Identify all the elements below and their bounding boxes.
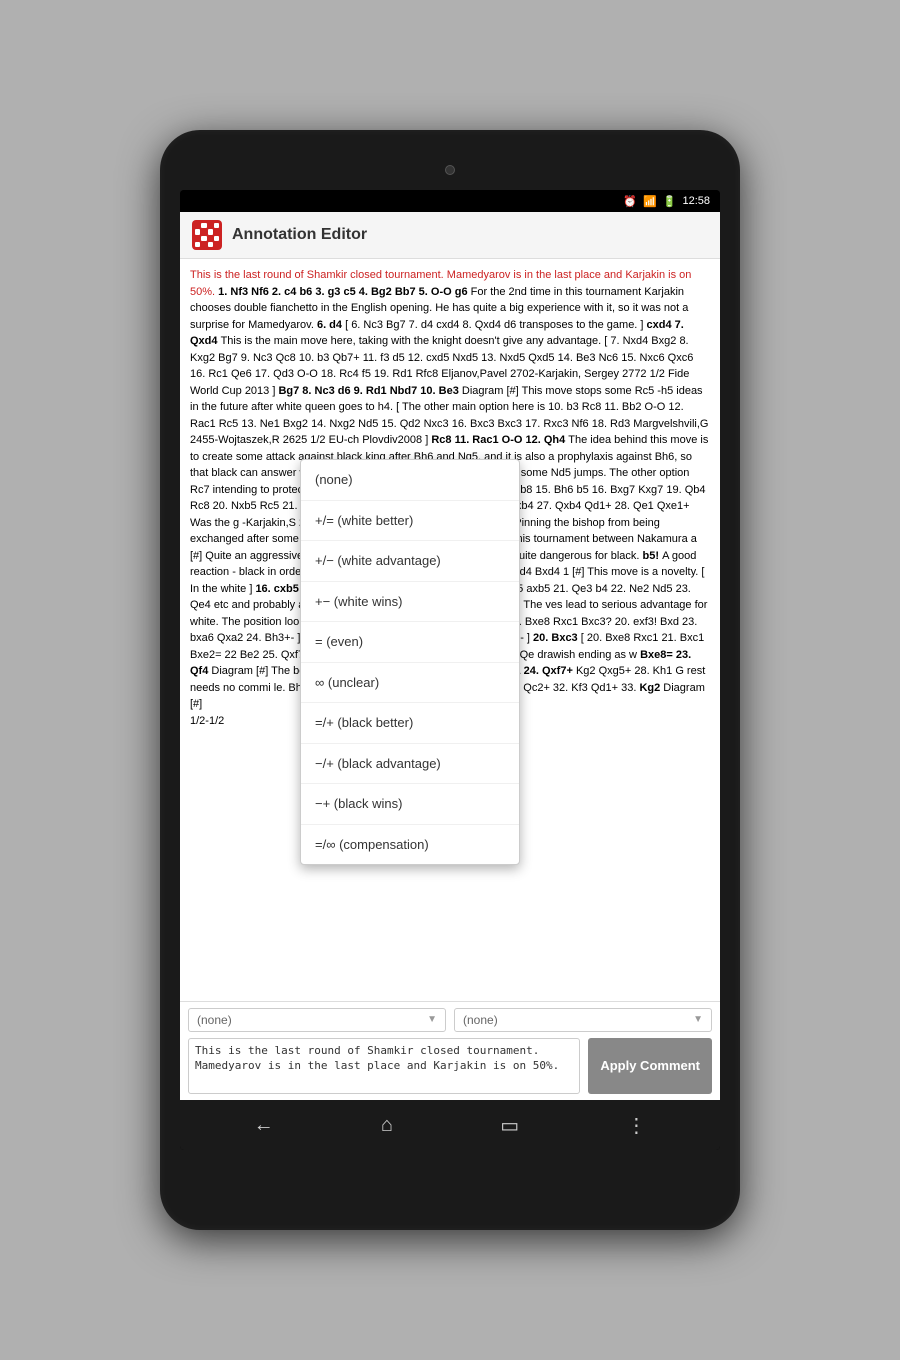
- bold-kg2: Kg2: [639, 682, 663, 694]
- app-header: Annotation Editor: [180, 212, 720, 259]
- bold-rc8: Rc8 11. Rac1 O-O 12. Qh4: [431, 434, 568, 446]
- diagram-1: Diagram [#]: [462, 385, 522, 397]
- app-icon: [192, 220, 222, 250]
- screen: ⏰ 📶 🔋 12:58: [180, 190, 720, 1150]
- bracket-6nc3: [ 6. Nc3 Bg7 7. d4 cxd4 8. Qxd4 d6 trans…: [345, 319, 646, 331]
- selectors-row: (none) ▼ (none) ▼: [188, 1008, 712, 1032]
- home-button[interactable]: ⌂: [381, 1114, 393, 1137]
- bottom-bar: (none) ▼ (none) ▼ This is the last round…: [180, 1001, 720, 1100]
- dropdown-item-even[interactable]: = (even): [301, 622, 519, 663]
- bold-bxe8: Bxe8=: [640, 649, 676, 661]
- bold-20bxc3: 20. Bxc3: [533, 632, 581, 644]
- dropdown-item-none[interactable]: (none): [301, 460, 519, 501]
- nav-bar: ← ⌂ ▭ ⋮: [180, 1100, 720, 1150]
- dropdown-item-black-better[interactable]: =/+ (black better): [301, 703, 519, 744]
- dropdown-menu[interactable]: (none) +/= (white better) +/− (white adv…: [300, 459, 520, 865]
- bold-b5: b5!: [643, 550, 663, 562]
- device-top: [175, 150, 725, 190]
- result: 1/2-1/2: [190, 715, 224, 727]
- left-selector-arrow: ▼: [427, 1014, 437, 1025]
- status-time: 12:58: [682, 195, 710, 207]
- app-title: Annotation Editor: [232, 226, 367, 244]
- main-content[interactable]: This is the last round of Shamkir closed…: [180, 259, 720, 1001]
- moves-bold: 1. Nf3 Nf6 2. c4 b6 3. g3 c5 4. Bg2 Bb7 …: [218, 286, 467, 298]
- right-selector-arrow: ▼: [693, 1014, 703, 1025]
- dropdown-item-white-wins[interactable]: +− (white wins): [301, 582, 519, 623]
- wifi-icon: 📶: [643, 195, 657, 208]
- right-selector-value: (none): [463, 1013, 498, 1027]
- comment-row: This is the last round of Shamkir closed…: [188, 1038, 712, 1094]
- device: ⏰ 📶 🔋 12:58: [160, 130, 740, 1230]
- alarm-icon: ⏰: [623, 195, 637, 208]
- move-6d4: 6. d4: [317, 319, 345, 331]
- dropdown-item-black-advantage[interactable]: −/+ (black advantage): [301, 744, 519, 785]
- battery-icon: 🔋: [663, 195, 677, 208]
- dropdown-item-compensation[interactable]: =/∞ (compensation): [301, 825, 519, 865]
- dropdown-item-white-better[interactable]: +/= (white better): [301, 501, 519, 542]
- recent-button[interactable]: ▭: [500, 1113, 519, 1138]
- left-selector[interactable]: (none) ▼: [188, 1008, 446, 1032]
- app-screen: Annotation Editor This is the last round…: [180, 212, 720, 1100]
- comment-textarea[interactable]: This is the last round of Shamkir closed…: [188, 1038, 580, 1094]
- camera: [445, 165, 455, 175]
- dropdown-item-white-advantage[interactable]: +/− (white advantage): [301, 541, 519, 582]
- back-button[interactable]: ←: [254, 1114, 274, 1137]
- dropdown-item-black-wins[interactable]: −+ (black wins): [301, 784, 519, 825]
- apply-comment-button[interactable]: Apply Comment: [588, 1038, 712, 1094]
- status-bar: ⏰ 📶 🔋 12:58: [180, 190, 720, 212]
- main-move-text: This is the main move here, taking with …: [221, 335, 605, 347]
- right-selector[interactable]: (none) ▼: [454, 1008, 712, 1032]
- bold-bg7: Bg7 8. Nc3 d6 9. Rd1 Nbd7 10. Be3: [278, 385, 461, 397]
- more-button[interactable]: ⋮: [626, 1113, 646, 1138]
- left-selector-value: (none): [197, 1013, 232, 1027]
- diagram-the-2: Diagram [#] The: [211, 665, 290, 677]
- dropdown-item-unclear[interactable]: ∞ (unclear): [301, 663, 519, 704]
